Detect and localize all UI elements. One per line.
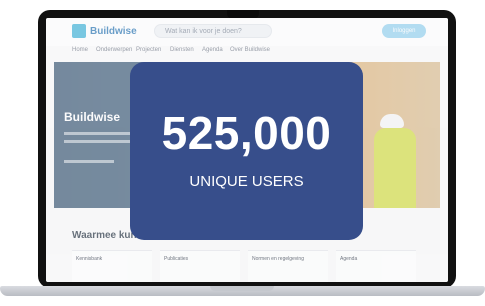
nav-item-onderwerpen[interactable]: Onderwerpen [96, 47, 132, 53]
nav-item-over[interactable]: Over Buildwise [230, 47, 270, 53]
worker-helmet-image [380, 114, 404, 128]
card-normen[interactable]: Normen en regelgeving [248, 250, 328, 282]
search-input[interactable]: Wat kan ik voor je doen? [154, 24, 272, 38]
stat-label: UNIQUE USERS [189, 173, 304, 190]
hero-text-line [64, 140, 134, 143]
worker-image [374, 128, 416, 208]
logo-icon[interactable] [72, 24, 86, 38]
card-label: Agenda [340, 256, 358, 262]
nav-item-diensten[interactable]: Diensten [170, 47, 194, 53]
main-nav: Home Onderwerpen Projecten Diensten Agen… [46, 46, 448, 56]
laptop-base-lip [210, 286, 274, 291]
card-label: Normen en regelgeving [252, 256, 304, 262]
hero-title: Buildwise [64, 110, 121, 124]
card-kennisbank[interactable]: Kennisbank [72, 250, 152, 282]
stat-card: 525,000 UNIQUE USERS [130, 62, 363, 240]
brand-name[interactable]: Buildwise [90, 26, 137, 37]
nav-item-projecten[interactable]: Projecten [136, 47, 161, 53]
nav-item-home[interactable]: Home [72, 47, 88, 53]
site-header: Buildwise Wat kan ik voor je doen? Inlog… [46, 18, 448, 47]
card-label: Publicaties [164, 256, 189, 262]
hero-text-line [64, 160, 114, 163]
stat-number: 525,000 [161, 107, 332, 159]
card-label: Kennisbank [76, 256, 103, 262]
nav-item-agenda[interactable]: Agenda [202, 47, 223, 53]
card-publicaties[interactable]: Publicaties [160, 250, 240, 282]
login-button[interactable]: Inloggen [382, 24, 426, 38]
card-agenda[interactable]: Agenda [336, 250, 416, 282]
